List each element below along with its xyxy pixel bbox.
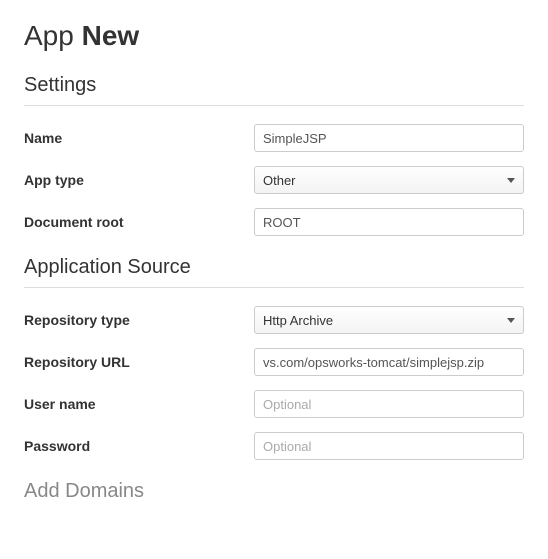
page-title-name: New xyxy=(82,20,140,51)
label-repo-type: Repository type xyxy=(24,312,254,328)
row-name: Name xyxy=(24,124,524,152)
label-app-type: App type xyxy=(24,172,254,188)
page-title: App New xyxy=(24,20,524,52)
label-name: Name xyxy=(24,130,254,146)
chevron-down-icon xyxy=(507,178,515,183)
label-document-root: Document root xyxy=(24,214,254,230)
document-root-input[interactable] xyxy=(254,208,524,236)
row-password: Password xyxy=(24,432,524,460)
label-user-name: User name xyxy=(24,396,254,412)
app-type-selected: Other xyxy=(263,173,296,188)
row-document-root: Document root xyxy=(24,208,524,236)
repo-type-select[interactable]: Http Archive xyxy=(254,306,524,334)
password-input[interactable] xyxy=(254,432,524,460)
repo-url-input[interactable] xyxy=(254,348,524,376)
label-password: Password xyxy=(24,438,254,454)
app-type-select[interactable]: Other xyxy=(254,166,524,194)
section-heading-domains: Add Domains xyxy=(24,480,524,511)
row-app-type: App type Other xyxy=(24,166,524,194)
user-name-input[interactable] xyxy=(254,390,524,418)
settings-section: Name App type Other Document root xyxy=(24,116,524,236)
name-input[interactable] xyxy=(254,124,524,152)
row-repo-type: Repository type Http Archive xyxy=(24,306,524,334)
row-repo-url: Repository URL xyxy=(24,348,524,376)
app-source-section: Repository type Http Archive Repository … xyxy=(24,298,524,460)
label-repo-url: Repository URL xyxy=(24,354,254,370)
section-heading-app-source: Application Source xyxy=(24,256,524,288)
page-title-prefix: App xyxy=(24,20,74,51)
chevron-down-icon xyxy=(507,318,515,323)
section-heading-settings: Settings xyxy=(24,74,524,106)
repo-type-selected: Http Archive xyxy=(263,313,333,328)
row-user-name: User name xyxy=(24,390,524,418)
